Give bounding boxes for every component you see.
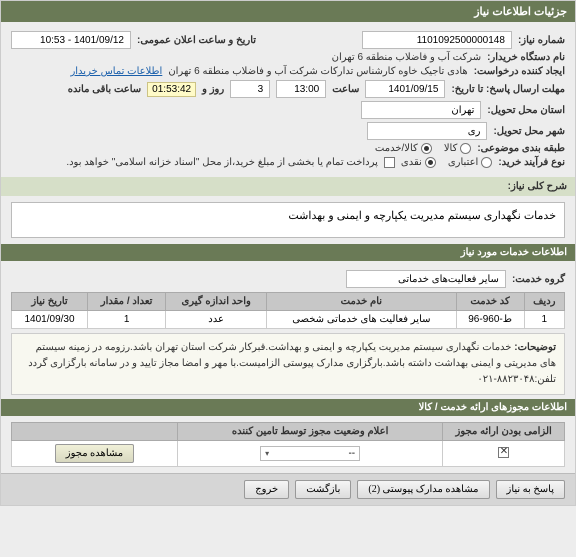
desc-label: شرح کلی نیاز: [508,181,567,192]
auth-section: الزامی بودن ارائه مجوز اعلام وضعیت مجوز … [1,416,575,473]
announce-value: 1401/09/12 - 10:53 [11,31,131,49]
pay-note-text: پرداخت تمام یا بخشی از مبلغ خرید،از محل … [66,157,378,168]
th-empty [12,423,178,441]
panel-header: جزئیات اطلاعات نیاز [1,1,575,22]
creator-value: هادی تاجیک خاوه کارشناس تدارکات شرکت آب … [168,66,467,77]
buyer-value: شرکت آب و فاضلاب منطقه 6 تهران [332,52,481,63]
countdown-timer: 01:53:42 [147,82,196,97]
auth-header: اطلاعات مجوزهای ارائه خدمت / کالا [1,399,575,416]
auth-stat-cell: -- ▾ [177,441,442,467]
city-label: شهر محل تحویل: [493,126,565,137]
desc-bar: شرح کلی نیاز: [1,177,575,196]
detail-text: خدمات نگهداری سیستم مدیریت یکپارچه و ایم… [28,342,556,385]
deadline-time: 13:00 [276,80,326,98]
cell-code: ط-960-96 [456,311,524,329]
time-label: ساعت [332,84,359,95]
view-permit-button[interactable]: مشاهده مجوز [55,444,134,463]
th-unit: واحد اندازه گیری [166,293,267,311]
radio-service[interactable] [421,143,432,154]
days-label: روز و [202,84,224,95]
radio-goods-label: کالا [444,143,458,154]
group-value: سایر فعالیت‌های خدماتی [346,270,506,288]
th-req: الزامی بودن ارائه مجوز [443,423,565,441]
paytype-label: نوع فرآیند خرید: [498,157,565,168]
scope-radios: کالا کالا/خدمت [375,143,471,154]
attachments-button[interactable]: مشاهده مدارک پیوستی (2) [357,480,489,499]
deadline-date: 1401/09/15 [365,80,445,98]
th-row: ردیف [524,293,564,311]
services-table: ردیف کد خدمت نام خدمت واحد اندازه گیری ت… [11,292,565,329]
pay-note-checkbox[interactable] [384,157,395,168]
cell-row: 1 [524,311,564,329]
auth-status-select[interactable]: -- ▾ [260,446,360,461]
announce-label: تاریخ و ساعت اعلان عمومی: [137,35,256,46]
th-name: نام خدمت [267,293,457,311]
radio-credit[interactable] [481,157,492,168]
desc-box: خدمات نگهداری سیستم مدیریت یکپارچه و ایم… [11,202,565,238]
respond-button[interactable]: پاسخ به نیاز [496,480,566,499]
radio-goods[interactable] [460,143,471,154]
table-row: 1 ط-960-96 سایر فعالیت های خدماتی شخصی ع… [12,311,565,329]
city-value: ری [367,122,487,140]
days-remain: 3 [230,80,270,98]
th-stat: اعلام وضعیت مجوز توسط تامین کننده [177,423,442,441]
buyer-label: نام دستگاه خریدار: [487,52,565,63]
group-label: گروه خدمت: [512,274,565,285]
need-no-label: شماره نیاز: [518,35,565,46]
auth-table: الزامی بودن ارائه مجوز اعلام وضعیت مجوز … [11,422,565,467]
auth-req-cell [443,441,565,467]
detail-label: توضیحات: [514,342,556,353]
th-code: کد خدمت [456,293,524,311]
cell-qty: 1 [88,311,166,329]
info-section: شماره نیاز: 1101092500000148 تاریخ و ساع… [1,22,575,177]
panel-title: جزئیات اطلاعات نیاز [474,6,567,18]
remain-label: ساعت باقی مانده [68,84,141,95]
auth-required-checkbox[interactable] [498,447,509,458]
radio-service-label: کالا/خدمت [375,143,418,154]
auth-action-cell: مشاهده مجوز [12,441,178,467]
th-qty: تعداد / مقدار [88,293,166,311]
radio-cash-label: نقدی [401,157,422,168]
province-label: استان محل تحویل: [487,105,565,116]
footer-buttons: پاسخ به نیاز مشاهده مدارک پیوستی (2) باز… [1,473,575,505]
details-panel: جزئیات اطلاعات نیاز شماره نیاز: 11010925… [0,0,576,506]
cell-name: سایر فعالیت های خدماتی شخصی [267,311,457,329]
exit-button[interactable]: خروج [244,480,289,499]
paytype-radios: اعتباری نقدی [401,157,492,168]
service-detail-box: توضیحات: خدمات نگهداری سیستم مدیریت یکپا… [11,333,565,395]
cell-date: 1401/09/30 [12,311,88,329]
province-value: تهران [361,101,481,119]
auth-row: -- ▾ مشاهده مجوز [12,441,565,467]
cell-unit: عدد [166,311,267,329]
need-no-value: 1101092500000148 [362,31,512,49]
chevron-down-icon: ▾ [265,449,269,458]
th-date: تاریخ نیاز [12,293,88,311]
select-value: -- [348,448,355,459]
radio-credit-label: اعتباری [448,157,478,168]
services-header: اطلاعات خدمات مورد نیاز [1,244,575,261]
deadline-label: مهلت ارسال پاسخ: تا تاریخ: [451,84,565,95]
radio-cash[interactable] [425,157,436,168]
creator-label: ایجاد کننده درخواست: [474,66,565,77]
contact-link[interactable]: اطلاعات تماس خریدار [70,66,162,77]
scope-label: طبقه بندی موضوعی: [477,143,565,154]
back-button[interactable]: بازگشت [295,480,351,499]
